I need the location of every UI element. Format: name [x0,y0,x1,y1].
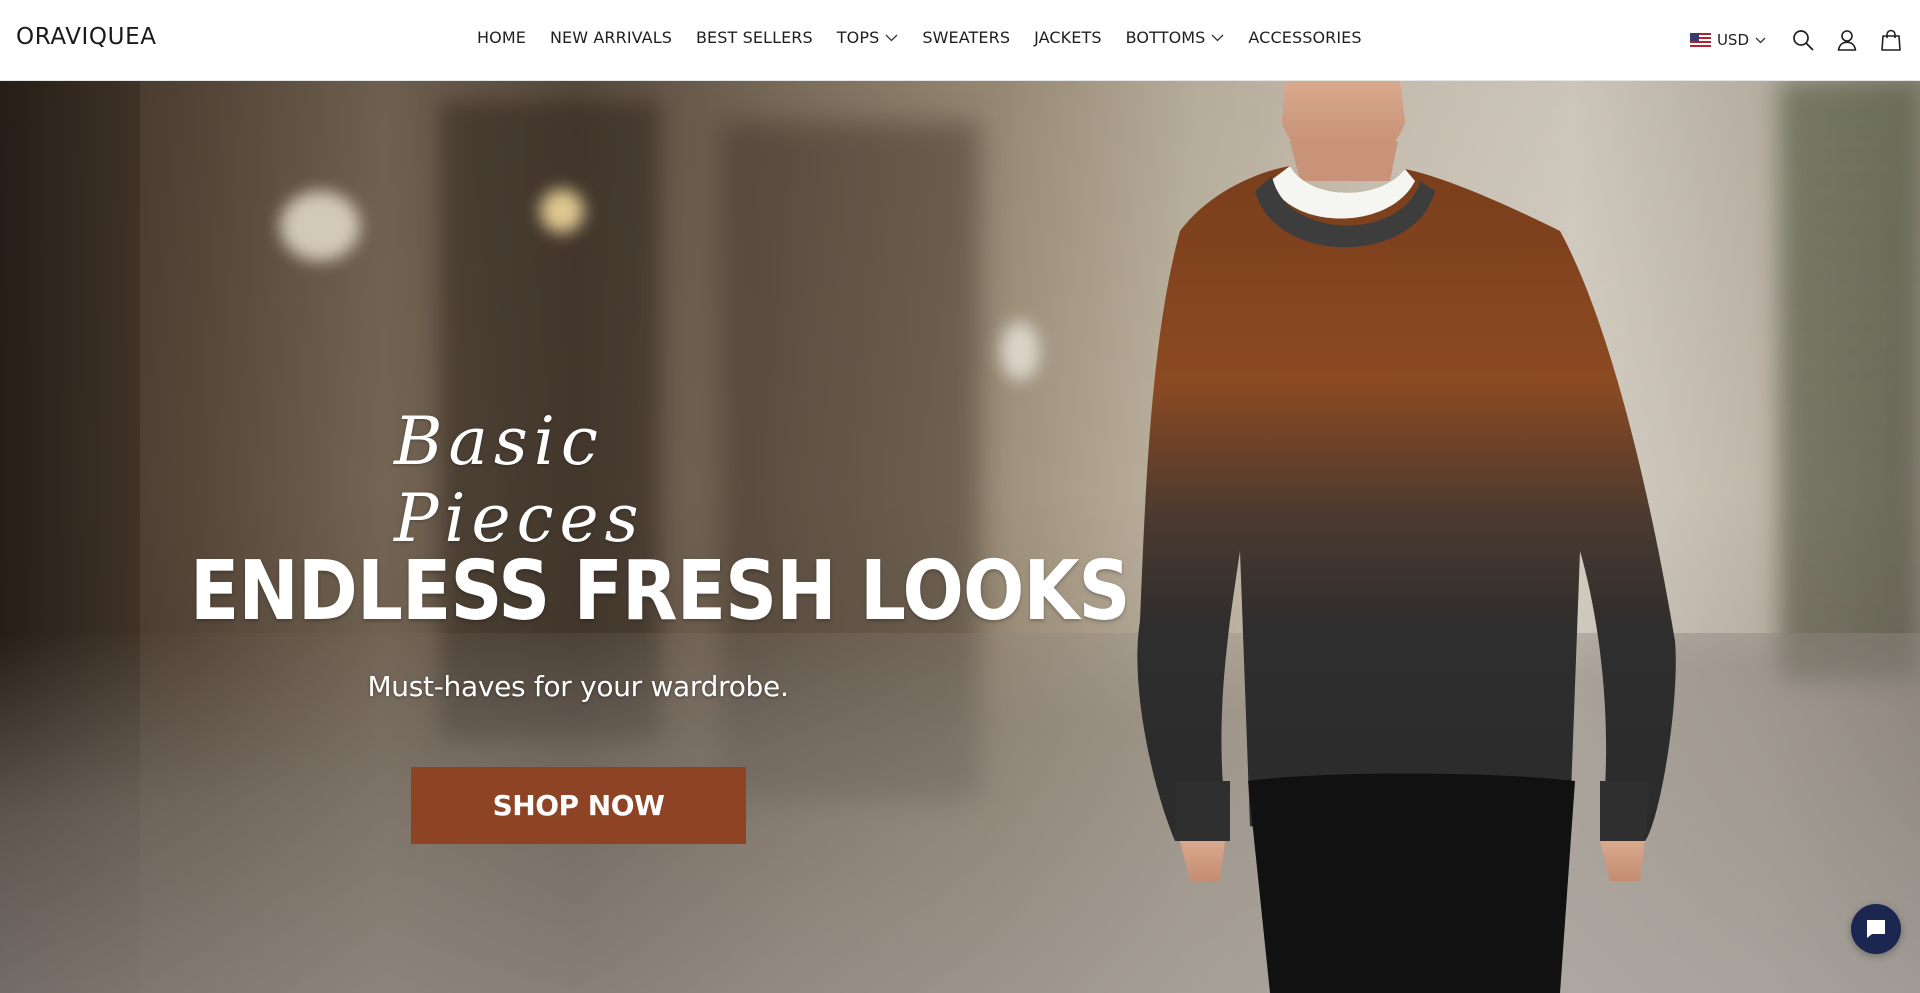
nav-label: BEST SELLERS [695,28,813,47]
hero-banner: Basic Pieces ENDLESS FRESH LOOKS Must-ha… [0,81,1920,993]
chevron-down-icon [885,34,898,42]
cart-bag-icon[interactable] [1880,29,1902,51]
nav-item-accessories[interactable]: ACCESSORIES [1248,28,1361,47]
site-header: ORAVIQUEA HOME NEW ARRIVALS BEST SELLERS… [0,0,1920,81]
search-icon[interactable] [1792,29,1814,51]
chevron-down-icon [1211,34,1224,42]
account-icon[interactable] [1836,29,1858,51]
currency-label: USD [1716,31,1749,49]
chat-bubble-icon [1864,917,1888,941]
hero-content: Basic Pieces ENDLESS FRESH LOOKS Must-ha… [0,81,1160,993]
main-nav: HOME NEW ARRIVALS BEST SELLERS TOPS SWEA… [477,28,1362,47]
nav-item-sweaters[interactable]: SWEATERS [922,28,1010,47]
background-trees [1780,81,1920,681]
header-actions: USD [1689,0,1920,80]
nav-item-best-sellers[interactable]: BEST SELLERS [696,28,813,47]
us-flag-icon [1689,33,1711,47]
brand-logo[interactable]: ORAVIQUEA [16,24,157,50]
chat-button[interactable] [1851,904,1901,954]
nav-item-jackets[interactable]: JACKETS [1034,28,1102,47]
nav-label: BOTTOMS [1125,28,1206,47]
currency-selector[interactable]: USD [1689,31,1766,49]
hero-headline: ENDLESS FRESH LOOKS [190,544,1130,639]
nav-item-home[interactable]: HOME [477,28,526,47]
hero-subtitle: Must-haves for your wardrobe. [367,670,789,703]
nav-item-tops[interactable]: TOPS [837,28,899,47]
nav-item-bottoms[interactable]: BOTTOMS [1126,28,1225,47]
nav-label: SWEATERS [922,28,1011,47]
nav-item-new-arrivals[interactable]: NEW ARRIVALS [550,28,672,47]
nav-label: NEW ARRIVALS [549,28,672,47]
chevron-down-icon [1755,37,1766,44]
hero-script-title: Basic Pieces [394,403,645,557]
nav-label: ACCESSORIES [1248,28,1362,47]
shop-now-button[interactable]: SHOP NOW [411,767,746,844]
nav-label: TOPS [836,28,880,47]
nav-label: JACKETS [1034,28,1102,47]
nav-label: HOME [477,28,526,47]
